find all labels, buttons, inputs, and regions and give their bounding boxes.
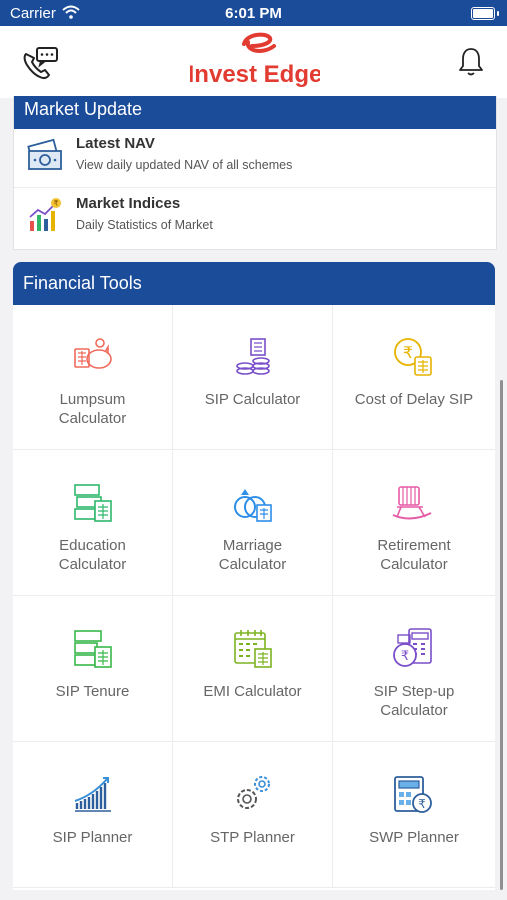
svg-text:₹: ₹: [401, 649, 409, 664]
tool-label-line-2: Calculator: [380, 702, 448, 719]
tool-swp-planner-tile[interactable]: ₹ SWP Planner: [333, 743, 495, 888]
tool-marriage-tile[interactable]: Marriage Calculator: [173, 451, 333, 596]
tool-label: Cost of Delay SIP: [337, 390, 491, 409]
financial-tools-title: Financial Tools: [13, 262, 495, 305]
tool-label: Retirement Calculator: [337, 536, 491, 574]
tool-label-line-2: Calculator: [218, 556, 287, 573]
money-icon: [27, 138, 62, 170]
tool-label: Education Calculator: [17, 536, 168, 574]
chart-icon: ₹: [29, 198, 61, 231]
latest-nav-subtitle: View daily updated NAV of all schemes: [76, 158, 293, 172]
tool-sip-calculator-tile[interactable]: SIP Calculator: [173, 305, 333, 450]
tool-education-tile[interactable]: Education Calculator: [13, 451, 173, 596]
rupee-clock-icon: ₹: [394, 338, 432, 376]
tool-retirement-tile[interactable]: Retirement Calculator: [333, 451, 495, 596]
market-update-title: Market Update: [14, 96, 496, 129]
market-indices-subtitle: Daily Statistics of Market: [76, 218, 213, 232]
market-indices-title: Market Indices: [76, 195, 181, 212]
tool-label-line-1: Retirement: [377, 537, 451, 554]
calculator-icon: ₹: [394, 776, 432, 813]
growth-chart-icon: [74, 777, 111, 812]
status-bar: Carrier 6:01 PM: [0, 0, 507, 26]
tool-label: STP Planner: [177, 828, 328, 847]
tool-label: SIP Planner: [17, 828, 168, 847]
tool-lumpsum-tile[interactable]: Lumpsum Calculator: [13, 305, 173, 450]
tool-label-line-1: SIP Calculator: [204, 391, 301, 408]
tool-label: SIP Step-up Calculator: [337, 682, 491, 720]
latest-nav-item[interactable]: Latest NAV View daily updated NAV of all…: [14, 129, 496, 188]
notification-bell-icon[interactable]: [457, 46, 485, 78]
tool-label-line-2: Calculator: [58, 410, 127, 427]
education-icon: [74, 484, 112, 522]
svg-text:₹: ₹: [418, 797, 426, 811]
tool-label-line-1: SWP Planner: [369, 829, 459, 846]
step-up-icon: ₹: [393, 628, 432, 667]
tool-sip-step-up-tile[interactable]: ₹ SIP Step-up Calculator: [333, 597, 495, 742]
tool-label-line-1: STP Planner: [210, 829, 295, 846]
tool-label-line-1: Education: [59, 537, 126, 554]
tool-label-line-1: SIP Planner: [52, 829, 133, 846]
clock: 6:01 PM: [225, 5, 282, 22]
latest-nav-title: Latest NAV: [76, 135, 155, 152]
tool-label: Marriage Calculator: [177, 536, 328, 574]
tool-label: EMI Calculator: [177, 682, 328, 701]
app-header: Invest Edge: [0, 26, 507, 98]
svg-text:₹: ₹: [54, 200, 59, 208]
tool-label-line-2: Calculator: [380, 556, 448, 573]
battery-icon: [471, 7, 499, 20]
svg-text:₹: ₹: [403, 343, 413, 362]
rocking-chair-icon: [392, 486, 432, 520]
gears-icon: [237, 776, 270, 809]
market-update-card: Market Update Latest NAV View daily upda…: [13, 96, 497, 250]
tool-label-line-1: SIP Tenure: [55, 683, 130, 700]
tool-label-line-2: Calculator: [58, 556, 127, 573]
tool-label-line-1: EMI Calculator: [203, 683, 302, 700]
scrollbar[interactable]: [500, 380, 503, 890]
rings-icon: [234, 489, 272, 522]
tool-sip-tenure-tile[interactable]: SIP Tenure: [13, 597, 173, 742]
calendar-icon: [234, 630, 272, 668]
tool-label-line-1: Marriage: [222, 537, 283, 554]
tool-label-line-1: Lumpsum: [59, 391, 126, 408]
tool-sip-planner-tile[interactable]: SIP Planner: [13, 743, 173, 888]
tool-label: SIP Calculator: [177, 390, 328, 409]
tool-emi-calculator-tile[interactable]: EMI Calculator: [173, 597, 333, 742]
coins-icon: [236, 338, 270, 375]
tool-label-line-1: Cost of Delay SIP: [354, 391, 474, 408]
logo-text: Invest Edge: [190, 61, 320, 88]
market-indices-item[interactable]: ₹ Market Indices Daily Statistics of Mar…: [14, 189, 496, 247]
financial-tools-card: Financial Tools Lumpsum Calculator SIP Ca…: [13, 262, 495, 890]
tool-cost-of-delay-sip-tile[interactable]: ₹ Cost of Delay SIP: [333, 305, 495, 450]
tool-label: SIP Tenure: [17, 682, 168, 701]
tenure-icon: [74, 630, 112, 668]
tool-label: Lumpsum Calculator: [17, 390, 168, 428]
piggy-bank-icon: [74, 338, 112, 369]
chat-call-icon[interactable]: [20, 44, 60, 84]
tool-label: SWP Planner: [337, 828, 491, 847]
tool-stp-planner-tile[interactable]: STP Planner: [173, 743, 333, 888]
invest-edge-logo: Invest Edge: [188, 30, 322, 94]
tool-label-line-1: SIP Step-up: [373, 683, 455, 700]
